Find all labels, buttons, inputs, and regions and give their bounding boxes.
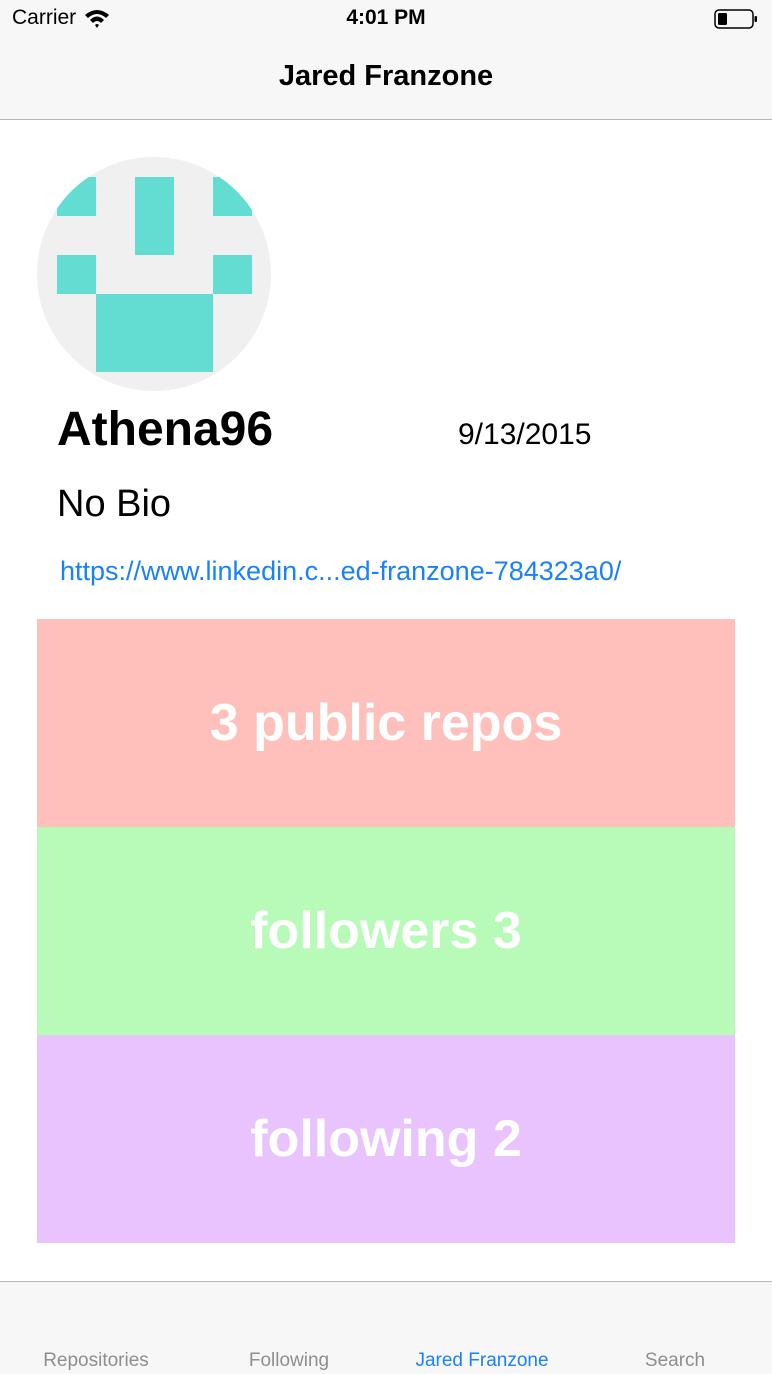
navigation-bar: Jared Franzone (0, 40, 772, 120)
profile-link[interactable]: https://www.linkedin.c...ed-franzone-784… (60, 556, 621, 587)
tab-bar: Repositories Following Jared Franzone Se… (0, 1281, 772, 1374)
following-label: following 2 (250, 1110, 522, 1168)
tab-repositories[interactable]: Repositories (43, 1350, 149, 1372)
tab-search[interactable]: Search (645, 1350, 705, 1372)
battery-icon (714, 9, 757, 29)
following-button[interactable]: following 2 (37, 1035, 735, 1243)
status-bar: Carrier 4:01 PM (0, 0, 772, 40)
username: Athena96 (57, 403, 274, 456)
status-time: 4:01 PM (346, 6, 426, 29)
followers-button[interactable]: followers 3 (37, 827, 735, 1035)
joined-date: 9/13/2015 (458, 418, 592, 451)
public-repos-button[interactable]: 3 public repos (37, 619, 735, 827)
followers-label: followers 3 (250, 902, 522, 960)
tab-following[interactable]: Following (249, 1350, 329, 1372)
public-repos-label: 3 public repos (209, 694, 563, 752)
tab-profile[interactable]: Jared Franzone (415, 1350, 548, 1372)
page-title: Jared Franzone (278, 60, 494, 92)
bio-text: No Bio (57, 483, 172, 525)
avatar (37, 157, 271, 391)
